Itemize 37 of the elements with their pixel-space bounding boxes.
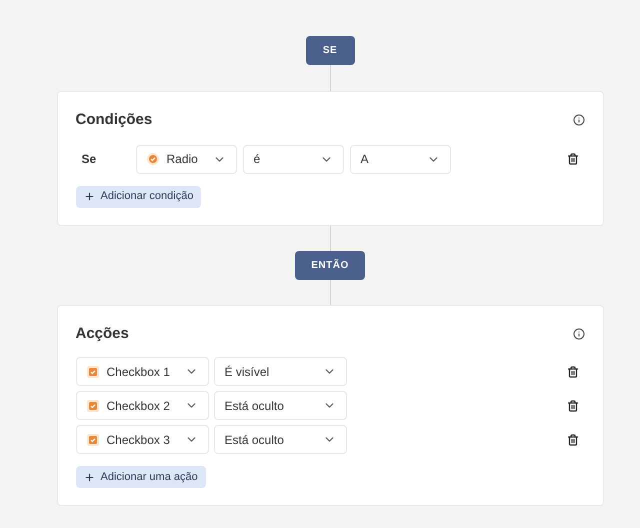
dropdown-value: Checkbox 2	[106, 398, 171, 414]
plus-icon	[84, 472, 94, 482]
delete-icon[interactable]	[566, 366, 578, 378]
dropdown[interactable]: Checkbox 1	[76, 357, 208, 386]
plus-icon	[84, 191, 94, 202]
delete-icon[interactable]	[566, 400, 578, 412]
radio-icon	[146, 153, 158, 165]
dropdown-value: Radio	[166, 151, 199, 168]
dropdown[interactable]: Está oculto	[214, 391, 346, 420]
dropdown[interactable]: É visível	[214, 357, 346, 386]
dropdown[interactable]: é	[242, 144, 344, 174]
step-button[interactable]: ENTÃO	[295, 250, 365, 280]
dropdown-value: é	[254, 151, 262, 168]
checkbox-icon	[86, 434, 98, 446]
dropdown[interactable]: A	[350, 144, 450, 174]
section-title: Acções	[76, 324, 129, 344]
dropdown-value: A	[360, 151, 370, 168]
dropdown[interactable]: Radio	[136, 144, 236, 174]
delete-icon[interactable]	[566, 434, 578, 446]
section-title: Condições	[76, 110, 152, 130]
dropdown[interactable]: Checkbox 3	[76, 425, 208, 454]
step-button[interactable]: SE	[306, 36, 354, 65]
delete-icon[interactable]	[566, 153, 578, 165]
dropdown-value: É visível	[224, 364, 270, 380]
info-icon[interactable]	[572, 114, 584, 126]
dropdown[interactable]: Checkbox 2	[76, 391, 208, 420]
dropdown-value: Checkbox 3	[106, 432, 171, 448]
checkbox-icon	[86, 400, 98, 412]
add-button[interactable]: Adicionar condição	[76, 186, 202, 208]
dropdown[interactable]: Está oculto	[214, 425, 346, 454]
dropdown-value: Checkbox 1	[106, 364, 171, 380]
dropdown-value: Está oculto	[224, 398, 285, 414]
checkbox-icon	[86, 366, 98, 378]
info-icon[interactable]	[572, 328, 584, 340]
dropdown-value: Está oculto	[224, 432, 285, 448]
add-button[interactable]: Adicionar uma ação	[76, 466, 206, 488]
row-label: Se	[80, 151, 98, 168]
